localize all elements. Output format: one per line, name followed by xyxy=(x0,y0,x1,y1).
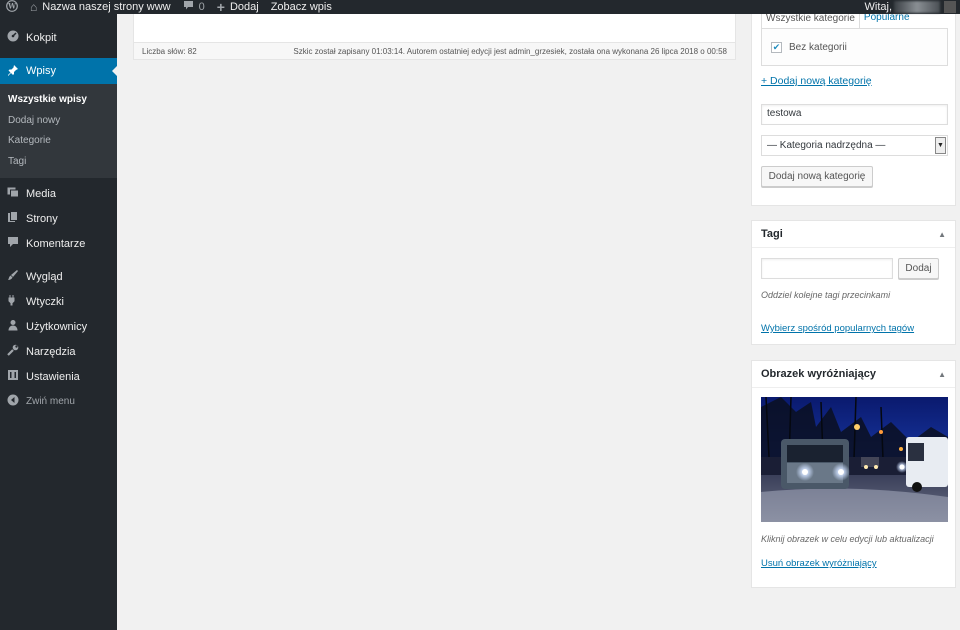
appearance-icon xyxy=(6,269,20,284)
comments-icon xyxy=(6,236,20,251)
sidebar-item-media[interactable]: Media xyxy=(0,181,117,206)
collapse-up-icon[interactable]: ▲ xyxy=(938,230,946,239)
sidebar-item-label: Strony xyxy=(26,212,58,225)
sidebar-item-label: Wtyczki xyxy=(26,295,64,308)
avatar xyxy=(944,1,956,13)
new-category-input[interactable]: testowa xyxy=(761,104,948,125)
sidebar-item-label: Ustawienia xyxy=(26,370,80,383)
tag-input[interactable] xyxy=(761,258,893,279)
editor-status-bar: Liczba słów: 82 Szkic został zapisany 01… xyxy=(134,42,735,59)
popular-tags-link[interactable]: Wybierz spośród popularnych tagów xyxy=(761,323,914,334)
chevron-down-icon: ▼ xyxy=(935,137,946,154)
add-category-button[interactable]: Dodaj nową kategorię xyxy=(761,166,873,187)
tools-icon xyxy=(6,344,20,359)
wordpress-icon: W xyxy=(6,0,18,15)
users-icon xyxy=(6,319,20,334)
sidebar-item-komentarze[interactable]: Komentarze xyxy=(0,231,117,256)
sidebar-item-label: Narzędzia xyxy=(26,345,76,358)
tags-box-header[interactable]: Tagi ▲ xyxy=(752,221,955,248)
collapse-menu-label: Zwiń menu xyxy=(26,396,75,407)
featured-image-box: Obrazek wyróżniający ▲ Kliknij obrazek w… xyxy=(751,360,956,588)
sidebar-item-wyglad[interactable]: Wygląd xyxy=(0,264,117,289)
sidebar-item-label: Media xyxy=(26,187,56,200)
pin-icon xyxy=(6,64,20,79)
add-new-category-link[interactable]: + Dodaj nową kategorię xyxy=(761,75,872,87)
sidebar-item-label: Użytkownicy xyxy=(26,320,88,333)
site-name: Nazwa naszej strony www xyxy=(42,1,171,13)
sidebar-item-narzedzia[interactable]: Narzędzia xyxy=(0,339,117,364)
new-content-label: Dodaj xyxy=(229,1,259,13)
word-count: Liczba słów: 82 xyxy=(142,46,197,56)
submenu-tags[interactable]: Tagi xyxy=(0,152,117,173)
admin-sidebar: Kokpit Wpisy Wszystkie wpisy Dodaj nowy … xyxy=(0,14,117,630)
sidebar-item-wpisy[interactable]: Wpisy xyxy=(0,58,117,84)
sidebar-item-strony[interactable]: Strony xyxy=(0,206,117,231)
collapse-arrow-icon xyxy=(6,394,20,409)
admin-bar: W ⌂ Nazwa naszej strony www 0 + Dodaj Zo… xyxy=(0,0,960,14)
collapse-up-icon[interactable]: ▲ xyxy=(938,370,946,379)
sidebar-item-label: Wygląd xyxy=(26,270,63,283)
plus-icon: + xyxy=(216,0,225,15)
submenu-categories[interactable]: Kategorie xyxy=(0,131,117,152)
site-name-link[interactable]: ⌂ Nazwa naszej strony www xyxy=(24,0,177,14)
sidebar-item-wtyczki[interactable]: Wtyczki xyxy=(0,289,117,314)
comments-link[interactable]: 0 xyxy=(177,0,211,14)
view-post-label: Zobacz wpis xyxy=(270,1,332,13)
parent-category-value: — Kategoria nadrzędna — xyxy=(767,140,886,151)
sidebar-item-uzytkownicy[interactable]: Użytkownicy xyxy=(0,314,117,339)
sidebar-item-kokpit[interactable]: Kokpit xyxy=(0,25,117,50)
featured-image-header[interactable]: Obrazek wyróżniający ▲ xyxy=(752,361,955,388)
submenu-add-new[interactable]: Dodaj nowy xyxy=(0,111,117,132)
night-street-photo xyxy=(761,397,948,522)
dashboard-icon xyxy=(6,30,20,45)
category-label: Bez kategorii xyxy=(789,41,847,53)
wordpress-logo-button[interactable]: W xyxy=(0,0,24,14)
featured-image-hint: Kliknij obrazek w celu edycji lub aktual… xyxy=(761,534,934,544)
comments-count: 0 xyxy=(198,1,205,13)
greeting-text: Witaj, xyxy=(864,1,893,13)
post-editor[interactable]: Liczba słów: 82 Szkic został zapisany 01… xyxy=(133,14,736,60)
tags-box: Tagi ▲ Dodaj Oddziel kolejne tagi przeci… xyxy=(751,220,956,345)
categories-box: Wszystkie kategorie Popularne ✔ Bez kate… xyxy=(751,0,956,206)
category-checkbox[interactable]: ✔ xyxy=(771,41,782,53)
category-list: ✔ Bez kategorii xyxy=(761,28,948,66)
plugins-icon xyxy=(6,294,20,309)
posts-submenu: Wszystkie wpisy Dodaj nowy Kategorie Tag… xyxy=(0,84,117,178)
sidebar-item-label: Komentarze xyxy=(26,237,86,250)
sidebar-item-label: Kokpit xyxy=(26,31,57,44)
collapse-menu-button[interactable]: Zwiń menu xyxy=(0,389,117,414)
featured-image-title: Obrazek wyróżniający xyxy=(761,368,876,380)
remove-featured-image-link[interactable]: Usuń obrazek wyróżniający xyxy=(761,558,877,569)
tags-hint: Oddziel kolejne tagi przecinkami xyxy=(761,290,891,300)
pages-icon xyxy=(6,211,20,226)
tags-title: Tagi xyxy=(761,228,783,240)
settings-icon xyxy=(6,369,20,384)
add-tag-button[interactable]: Dodaj xyxy=(898,258,939,279)
comment-bubble-icon xyxy=(183,0,194,14)
sidebar-item-ustawienia[interactable]: Ustawienia xyxy=(0,364,117,389)
my-account-menu[interactable]: Witaj, xyxy=(865,0,960,14)
new-content-button[interactable]: + Dodaj xyxy=(211,0,265,14)
autosave-status: Szkic został zapisany 01:03:14. Autorem … xyxy=(293,46,727,56)
view-post-link[interactable]: Zobacz wpis xyxy=(265,0,338,14)
home-icon: ⌂ xyxy=(30,0,38,14)
sidebar-item-label: Wpisy xyxy=(26,65,56,77)
svg-text:W: W xyxy=(7,1,16,10)
username-blurred xyxy=(894,1,940,13)
featured-image-thumbnail[interactable] xyxy=(761,397,948,522)
submenu-all-posts[interactable]: Wszystkie wpisy xyxy=(0,90,117,111)
parent-category-select[interactable]: — Kategoria nadrzędna — ▼ xyxy=(761,135,948,156)
media-icon xyxy=(6,186,20,201)
